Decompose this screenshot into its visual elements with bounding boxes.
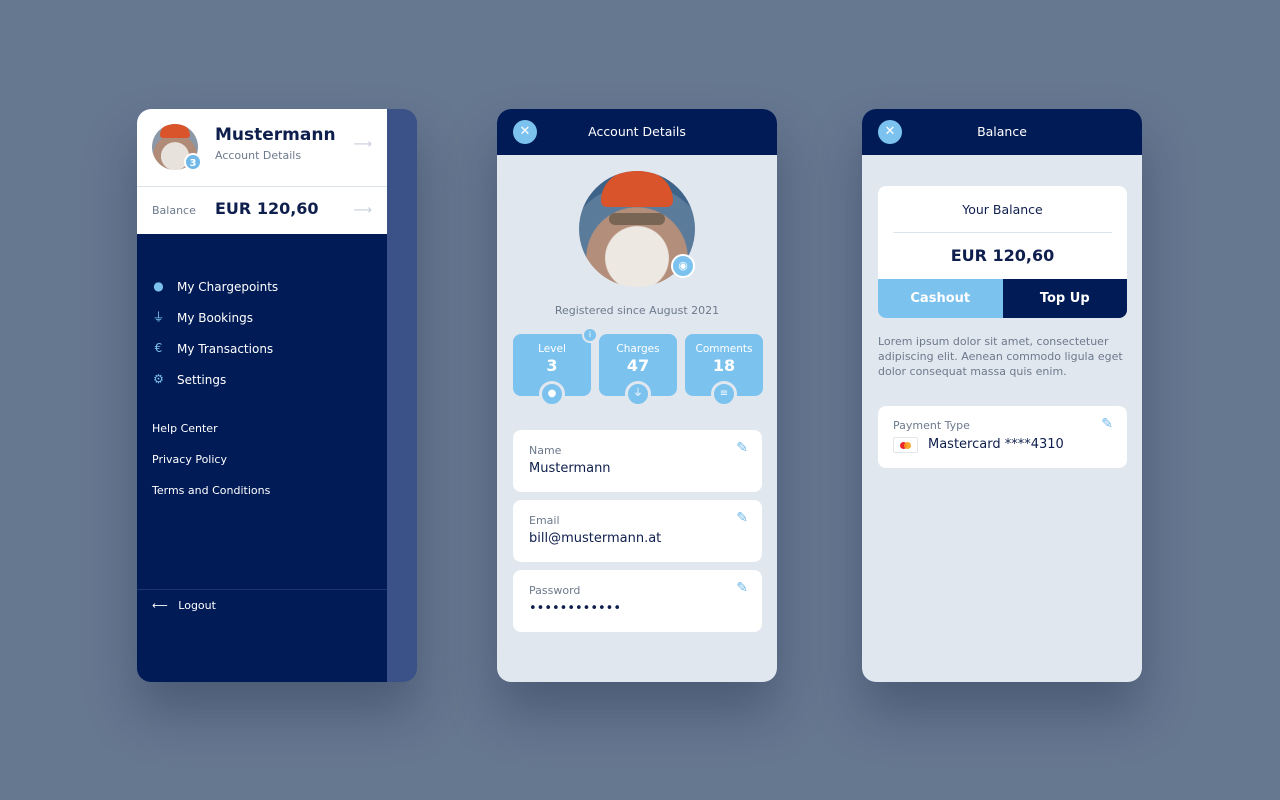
stat-value: 47 xyxy=(626,356,650,375)
arrow-right-icon[interactable]: ⟶ xyxy=(353,137,372,152)
registered-since: Registered since August 2021 xyxy=(554,304,720,317)
balance-row[interactable]: Balance EUR 120,60 ⟶ xyxy=(137,187,387,234)
description: Lorem ipsum dolor sit amet, consectetuer… xyxy=(878,335,1123,378)
map-pin-icon: ● xyxy=(153,279,164,293)
close-icon[interactable]: ✕ xyxy=(878,120,902,144)
menu-label: My Chargepoints xyxy=(177,279,279,294)
arrow-right-icon[interactable]: ⟶ xyxy=(353,203,372,218)
balance-amount: EUR 120,60 xyxy=(950,246,1055,265)
payment-value: Mastercard ****4310 xyxy=(928,437,1064,452)
stat-value: 3 xyxy=(546,356,558,375)
account-details-link[interactable]: Account Details xyxy=(215,149,301,162)
top-up-button[interactable]: Top Up xyxy=(1002,279,1127,318)
field-value: Mustermann xyxy=(529,461,611,476)
field-label: Password xyxy=(529,584,581,597)
balance-screen: ✕ Balance Your Balance EUR 120,60 Cashou… xyxy=(862,109,1142,682)
field-value: •••••••••••• xyxy=(529,601,622,616)
password-field[interactable]: Password •••••••••••• ✎ xyxy=(513,570,762,632)
pencil-icon[interactable]: ✎ xyxy=(736,440,748,456)
stat-level: Level 3 ● xyxy=(513,334,591,407)
stat-value: 18 xyxy=(712,356,736,375)
account-details-screen: ✕ Account Details ◉ Registered since Aug… xyxy=(497,109,777,682)
header: ✕ Account Details xyxy=(497,109,777,155)
camera-icon[interactable]: ◉ xyxy=(671,254,695,278)
gear-icon: ⚙ xyxy=(153,372,164,386)
payment-label: Payment Type xyxy=(893,419,970,432)
menu-label: My Bookings xyxy=(177,310,253,325)
pencil-icon[interactable]: ✎ xyxy=(736,510,748,526)
header: ✕ Balance xyxy=(862,109,1142,155)
link-privacy-policy[interactable]: Privacy Policy xyxy=(152,450,270,481)
menu-item-settings[interactable]: ⚙ Settings xyxy=(152,364,278,395)
pencil-icon[interactable]: ✎ xyxy=(1101,416,1113,432)
comment-icon: ≡ xyxy=(711,381,737,407)
stat-label: Charges xyxy=(616,343,660,355)
link-help-center[interactable]: Help Center xyxy=(152,419,270,450)
menu-item-bookings[interactable]: ⏚ My Bookings xyxy=(152,302,278,333)
menu-label: Settings xyxy=(177,372,227,387)
euro-icon: € xyxy=(154,341,163,355)
side-drawer: 3 Mustermann Account Details ⟶ Balance E… xyxy=(137,109,387,682)
mastercard-icon xyxy=(893,437,918,453)
close-icon[interactable]: ✕ xyxy=(513,120,537,144)
link-terms[interactable]: Terms and Conditions xyxy=(152,481,270,512)
field-label: Name xyxy=(529,444,562,457)
medal-icon: ● xyxy=(539,381,565,407)
menu-item-chargepoints[interactable]: ● My Chargepoints xyxy=(152,271,278,302)
menu-label: My Transactions xyxy=(177,341,274,356)
plug-icon: ⏚ xyxy=(625,381,651,407)
info-icon[interactable]: i xyxy=(582,327,598,343)
menu-screen: 3 Mustermann Account Details ⟶ Balance E… xyxy=(137,109,417,682)
name-field[interactable]: Name Mustermann ✎ xyxy=(513,430,762,492)
stat-label: Comments xyxy=(695,343,753,355)
arrow-left-icon: ⟵ xyxy=(152,599,168,612)
divider xyxy=(893,232,1112,233)
field-label: Email xyxy=(529,514,560,527)
cashout-button[interactable]: Cashout xyxy=(878,279,1003,318)
payment-type-card[interactable]: Payment Type Mastercard ****4310 ✎ xyxy=(878,406,1127,468)
field-value: bill@mustermann.at xyxy=(529,531,662,546)
profile-header[interactable]: 3 Mustermann Account Details ⟶ xyxy=(137,109,387,187)
page-title: Balance xyxy=(977,124,1027,139)
stat-comments: Comments 18 ≡ xyxy=(685,334,763,407)
logout-button[interactable]: ⟵ Logout xyxy=(137,589,387,621)
stat-charges: Charges 47 ⏚ xyxy=(599,334,677,407)
page-title: Account Details xyxy=(588,124,686,139)
pencil-icon[interactable]: ✎ xyxy=(736,580,748,596)
balance-label: Balance xyxy=(152,204,196,217)
level-badge: 3 xyxy=(184,153,202,171)
email-field[interactable]: Email bill@mustermann.at ✎ xyxy=(513,500,762,562)
plug-icon: ⏚ xyxy=(152,310,165,324)
logout-label: Logout xyxy=(178,599,216,612)
balance-card: Your Balance EUR 120,60 Cashout Top Up xyxy=(878,186,1127,318)
balance-value: EUR 120,60 xyxy=(215,199,319,218)
card-title: Your Balance xyxy=(962,202,1043,217)
menu-item-transactions[interactable]: € My Transactions xyxy=(152,333,278,364)
user-name: Mustermann xyxy=(215,125,336,145)
stat-label: Level xyxy=(538,343,566,355)
